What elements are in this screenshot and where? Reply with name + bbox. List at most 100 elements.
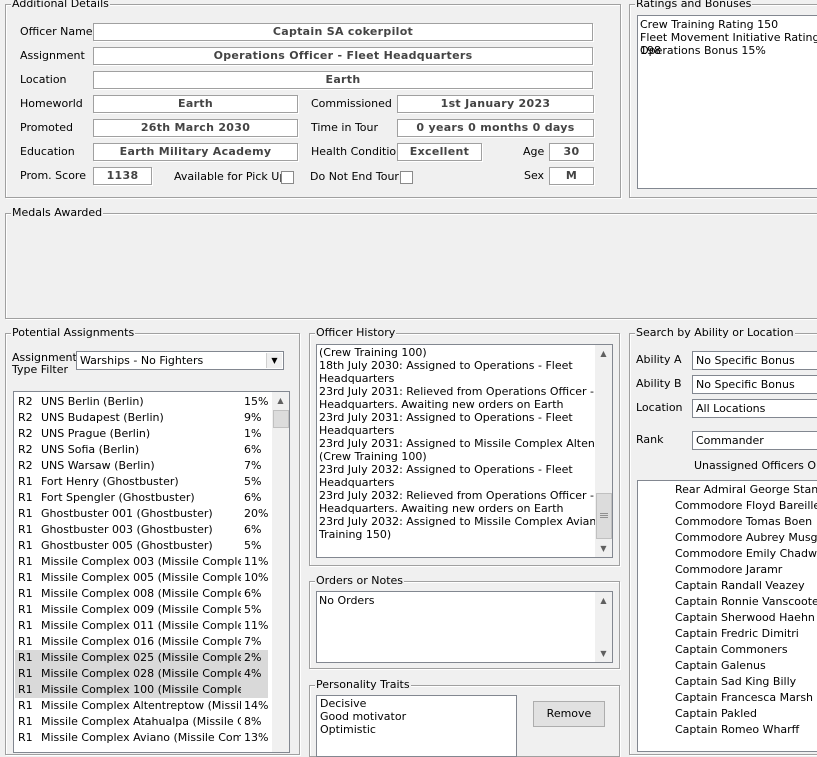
education-field[interactable]: Earth Military Academy [93, 143, 298, 161]
list-item[interactable]: Captain Romeo Wharff [675, 722, 799, 738]
homeworld-label: Homeworld [20, 97, 83, 110]
history-line: 23rd July 2032: Assigned to Operations -… [319, 463, 573, 476]
history-line: 23rd July 2031: Assigned to Operations -… [319, 411, 573, 424]
officers-list[interactable]: Rear Admiral George StansbeCommodore Flo… [637, 480, 817, 752]
list-item[interactable]: Captain Francesca Marsh [675, 690, 813, 706]
table-row[interactable]: R1 Missile Complex Altentreptow (Missile … [15, 698, 268, 714]
assignment-field[interactable]: Operations Officer - Fleet Headquarters [93, 47, 593, 65]
potential-assignments-list[interactable]: R2 UNS Berlin (Berlin) 15% R2 UNS Budapest (… [13, 391, 290, 753]
list-item[interactable]: Commodore Emily Chadwick [675, 546, 817, 562]
percent-cell: 7% [244, 635, 262, 648]
percent-cell: 1% [244, 427, 262, 440]
search-location-select[interactable]: All Locations [692, 399, 817, 418]
scroll-up-icon[interactable]: ▲ [595, 592, 612, 609]
scroll-down-icon[interactable]: ▼ [595, 645, 612, 662]
table-row[interactable]: R1 Missile Complex 005 (Missile Complex) 1… [15, 570, 268, 586]
time-in-tour-field[interactable]: 0 years 0 months 0 days [397, 119, 594, 137]
potential-assignments-scrollbar[interactable]: ▲ [272, 392, 289, 752]
chevron-down-icon[interactable]: ▼ [266, 353, 282, 368]
scroll-up-icon[interactable]: ▲ [272, 392, 289, 409]
assignment-type-filter-select[interactable]: Warships - No Fighters ▼ [76, 351, 284, 370]
ability-a-select[interactable]: No Specific Bonus [692, 351, 817, 370]
list-item[interactable]: Captain Sherwood Haehn [675, 610, 815, 626]
ratings-list[interactable]: Crew Training Rating 150 Fleet Movement … [637, 15, 817, 189]
scroll-down-icon[interactable]: ▼ [595, 540, 612, 557]
rank-cell: R1 [18, 571, 33, 584]
list-item[interactable]: Captain Fredric Dimitri [675, 626, 799, 642]
sex-field[interactable]: M [549, 167, 594, 185]
list-item[interactable]: Captain Randall Veazey [675, 578, 805, 594]
assignment-label: Assignment [20, 49, 85, 62]
list-item[interactable]: Captain Sad King Billy [675, 674, 796, 690]
list-item[interactable]: Captain Commoners [675, 642, 788, 658]
promoted-field[interactable]: 26th March 2030 [93, 119, 298, 137]
list-item[interactable]: Commodore Aubrey Musgrove [675, 530, 817, 546]
filter-value: Warships - No Fighters [80, 354, 204, 367]
table-row[interactable]: R1 Ghostbuster 005 (Ghostbuster) 5% [15, 538, 268, 554]
do-not-end-tour-checkbox[interactable] [400, 171, 413, 184]
pickup-checkbox[interactable] [281, 171, 294, 184]
time-in-tour-label: Time in Tour [311, 121, 379, 134]
list-item[interactable]: Commodore Floyd Bareilles [675, 498, 817, 514]
orders-scrollbar[interactable]: ▲ ▼ [595, 592, 612, 662]
percent-cell: 4% [244, 667, 262, 680]
scroll-thumb[interactable] [596, 493, 612, 539]
rank-select[interactable]: Commander [692, 431, 817, 450]
assignment-cell: Fort Henry (Ghostbuster) [41, 475, 179, 488]
table-row[interactable]: R1 Missile Complex 008 (Missile Complex) 6… [15, 586, 268, 602]
history-line: (Crew Training 100) [319, 346, 427, 359]
location-field[interactable]: Earth [93, 71, 593, 89]
remove-trait-button[interactable]: Remove [533, 701, 605, 727]
rank-cell: R1 [18, 683, 33, 696]
table-row[interactable]: R1 Missile Complex 025 (Missile Complex) 2… [15, 650, 268, 666]
table-row[interactable]: R1 Ghostbuster 003 (Ghostbuster) 6% [15, 522, 268, 538]
commissioned-field[interactable]: 1st January 2023 [397, 95, 594, 113]
table-row[interactable]: R2 UNS Warsaw (Berlin) 7% [15, 458, 268, 474]
health-field[interactable]: Excellent [397, 143, 482, 161]
table-row[interactable]: R1 Missile Complex 100 (Missile Complex) [15, 682, 268, 698]
history-line: 23rd July 2032: Relieved from Operations… [319, 489, 613, 502]
percent-cell: 7% [244, 459, 262, 472]
table-row[interactable]: R2 UNS Sofia (Berlin) 6% [15, 442, 268, 458]
percent-cell: 6% [244, 587, 262, 600]
table-row[interactable]: R1 Missile Complex 003 (Missile Complex) 1… [15, 554, 268, 570]
ability-b-label: Ability B [636, 377, 682, 390]
table-row[interactable]: R1 Missile Complex Aviano (Missile Comple… [15, 730, 268, 746]
officer-name-field[interactable]: Captain SA cokerpilot [93, 23, 593, 41]
orders-textarea[interactable]: No Orders ▲ ▼ [316, 591, 613, 663]
percent-cell: 5% [244, 475, 262, 488]
rank-cell: R2 [18, 411, 33, 424]
list-item[interactable]: Rear Admiral George Stansbe [675, 482, 817, 498]
percent-cell: 5% [244, 603, 262, 616]
list-item[interactable]: Commodore Tomas Boen [675, 514, 812, 530]
assignment-cell: Missile Complex 016 (Missile Complex) [41, 635, 241, 648]
age-field[interactable]: 30 [549, 143, 594, 161]
history-scrollbar[interactable]: ▲ ▼ [595, 345, 612, 557]
table-row[interactable]: R1 Missile Complex 011 (Missile Complex) 1… [15, 618, 268, 634]
list-item[interactable]: Captain Ronnie Vanscooter [675, 594, 817, 610]
ability-b-select[interactable]: No Specific Bonus [692, 375, 817, 394]
table-row[interactable]: R1 Fort Henry (Ghostbuster) 5% [15, 474, 268, 490]
orders-text: No Orders [319, 594, 375, 607]
personality-traits-list[interactable]: Decisive Good motivator Optimistic [316, 695, 517, 757]
table-row[interactable]: R1 Ghostbuster 001 (Ghostbuster) 20% [15, 506, 268, 522]
table-row[interactable]: R2 UNS Berlin (Berlin) 15% [15, 394, 268, 410]
scroll-thumb[interactable] [273, 410, 289, 428]
prom-score-field[interactable]: 1138 [93, 167, 152, 185]
homeworld-field[interactable]: Earth [93, 95, 298, 113]
list-item[interactable]: Captain Galenus [675, 658, 766, 674]
table-row[interactable]: R1 Missile Complex 009 (Missile Complex) 5… [15, 602, 268, 618]
table-row[interactable]: R2 UNS Budapest (Berlin) 9% [15, 410, 268, 426]
scroll-up-icon[interactable]: ▲ [595, 345, 612, 362]
list-item[interactable]: Captain Pakled [675, 706, 757, 722]
rank-cell: R1 [18, 635, 33, 648]
list-item[interactable]: Commodore Jaramr [675, 562, 782, 578]
table-row[interactable]: R1 Missile Complex 028 (Missile Complex) 4… [15, 666, 268, 682]
table-row[interactable]: R1 Fort Spengler (Ghostbuster) 6% [15, 490, 268, 506]
history-line: Headquarters. Awaiting new orders on Ear… [319, 398, 564, 411]
table-row[interactable]: R1 Missile Complex Atahualpa (Missile Com… [15, 714, 268, 730]
officer-history-text[interactable]: (Crew Training 100) 18th July 2030: Assig… [316, 344, 613, 558]
trait-item: Good motivator [320, 710, 407, 723]
table-row[interactable]: R2 UNS Prague (Berlin) 1% [15, 426, 268, 442]
table-row[interactable]: R1 Missile Complex 016 (Missile Complex) 7… [15, 634, 268, 650]
